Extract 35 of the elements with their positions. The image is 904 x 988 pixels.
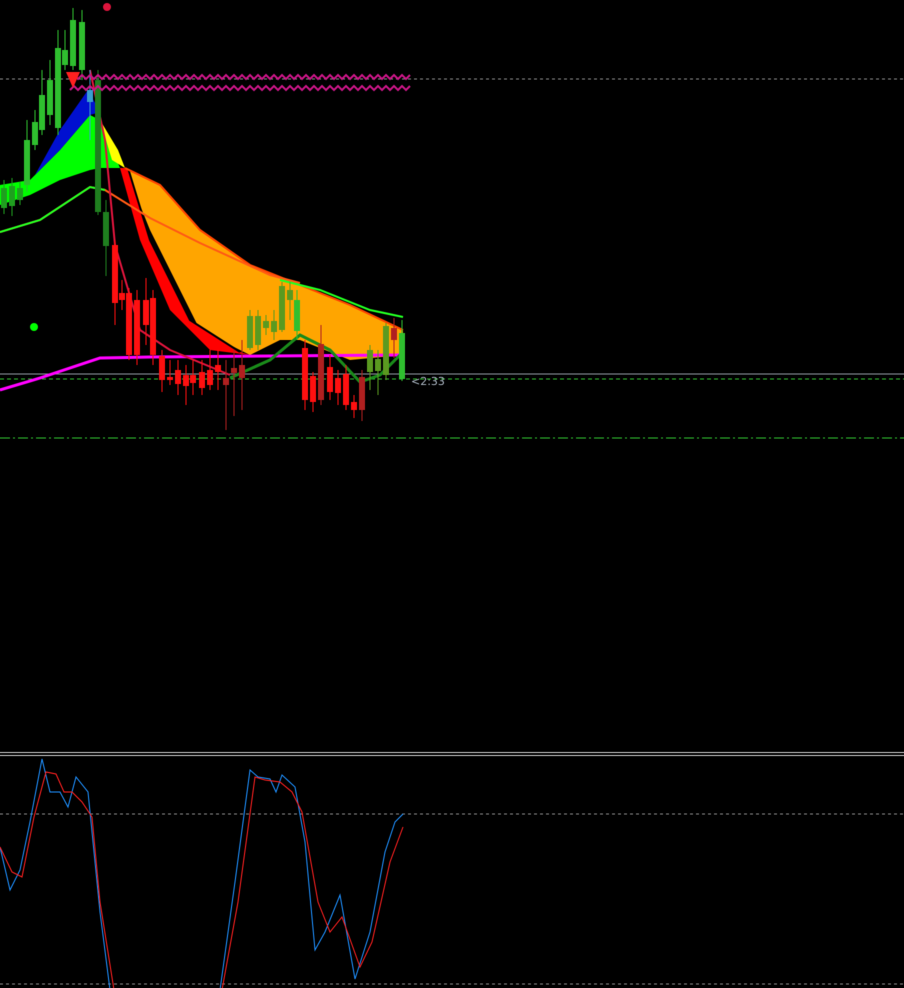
candlestick: [175, 360, 181, 396]
candlestick: [223, 360, 229, 430]
candlestick: [231, 350, 237, 416]
marker-dot-icon: [30, 323, 38, 331]
candlestick: [359, 370, 365, 422]
candlestick: [167, 360, 173, 386]
down-arrow-icon: [66, 72, 80, 88]
candlestick: [343, 364, 349, 410]
candlestick: [375, 350, 381, 396]
candlestick: [310, 372, 316, 412]
candle-countdown: <2:33: [411, 375, 445, 388]
candlestick: [279, 282, 285, 332]
candlestick: [271, 310, 277, 340]
candlestick: [351, 394, 357, 418]
candlestick: [199, 360, 205, 396]
candlestick: [302, 340, 308, 410]
candlestick: [70, 8, 76, 70]
candlestick: [391, 318, 397, 358]
candlestick: [1, 180, 7, 214]
candlestick: [87, 70, 93, 140]
candlestick: [9, 178, 15, 216]
candlestick: [159, 350, 165, 392]
candlestick: [239, 340, 245, 410]
candlestick: [79, 10, 85, 80]
candlestick: [255, 310, 261, 350]
candlestick: [215, 350, 221, 390]
candlestick: [207, 350, 213, 390]
candlestick: [383, 322, 389, 380]
signal-dot-icon: [103, 3, 111, 11]
candlestick: [367, 344, 373, 390]
candlestick: [327, 354, 333, 400]
candlestick: [335, 370, 341, 406]
candlestick: [263, 314, 269, 336]
candlestick: [47, 60, 53, 126]
candlestick: [247, 310, 253, 350]
